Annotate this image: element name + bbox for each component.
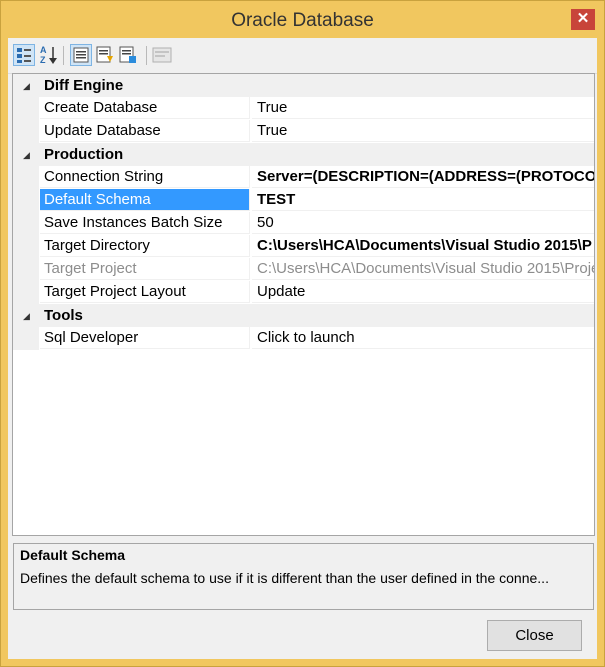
svg-text:Z: Z [40, 55, 46, 65]
property-pages-icon[interactable] [117, 44, 139, 66]
alphabetical-icon[interactable]: AZ [38, 44, 60, 66]
property-name[interactable]: Target Project [40, 258, 250, 280]
title-bar[interactable]: Oracle Database ✕ [1, 1, 604, 38]
collapse-icon[interactable]: ◢ [23, 311, 30, 322]
row-gutter [13, 97, 39, 120]
property-row[interactable]: Target Directory C:\Users\HCA\Documents\… [13, 235, 594, 258]
row-gutter [13, 327, 39, 350]
description-text: Defines the default schema to use if it … [20, 570, 549, 586]
row-gutter [13, 235, 39, 258]
close-button[interactable]: Close [487, 620, 582, 651]
property-row[interactable]: Sql Developer Click to launch [13, 327, 594, 350]
property-value[interactable]: Update [252, 281, 594, 303]
window-title: Oracle Database [231, 10, 374, 31]
categorized-icon[interactable] [13, 44, 35, 66]
property-value[interactable]: True [252, 97, 594, 119]
svg-text:A: A [40, 45, 47, 55]
property-row[interactable]: Default Schema TEST [13, 189, 594, 212]
row-gutter [13, 258, 39, 281]
collapse-icon[interactable]: ◢ [23, 81, 30, 92]
property-row[interactable]: Create Database True [13, 97, 594, 120]
category-tools[interactable]: ◢ Tools [13, 304, 594, 327]
toolbar-separator [146, 46, 147, 65]
property-grid-toolbar: AZ [8, 38, 597, 74]
property-name[interactable]: Connection String [40, 166, 250, 188]
category-label: Production [44, 146, 124, 163]
property-name[interactable]: Save Instances Batch Size [40, 212, 250, 234]
collapse-icon[interactable]: ◢ [23, 150, 30, 161]
property-pages-disabled-icon [151, 44, 173, 66]
description-title: Default Schema [20, 547, 126, 563]
properties-icon[interactable] [70, 44, 92, 66]
row-gutter [13, 120, 39, 143]
property-row[interactable]: Update Database True [13, 120, 594, 143]
property-value[interactable]: 50 [252, 212, 594, 234]
property-name[interactable]: Sql Developer [40, 327, 250, 349]
property-value[interactable]: Server=(DESCRIPTION=(ADDRESS=(PROTOCOL [252, 166, 594, 188]
row-gutter [13, 212, 39, 235]
events-icon[interactable] [94, 44, 116, 66]
toolbar-separator [63, 46, 64, 65]
property-grid: ◢ Diff Engine Create Database True Updat… [12, 73, 595, 536]
category-label: Diff Engine [44, 77, 124, 94]
property-value[interactable]: True [252, 120, 594, 142]
property-name[interactable]: Target Project Layout [40, 281, 250, 303]
category-production[interactable]: ◢ Production [13, 143, 594, 166]
property-row[interactable]: Connection String Server=(DESCRIPTION=(A… [13, 166, 594, 189]
client-area: AZ ◢ Diff Engine Create Database True Up… [8, 38, 597, 659]
dialog-window: Oracle Database ✕ AZ ◢ Diff Engine Creat… [0, 0, 605, 667]
property-name[interactable]: Target Directory [40, 235, 250, 257]
property-value[interactable]: C:\Users\HCA\Documents\Visual Studio 201… [252, 258, 594, 280]
property-name-selected[interactable]: Default Schema [40, 189, 250, 211]
property-name[interactable]: Create Database [40, 97, 250, 119]
row-gutter [13, 166, 39, 189]
property-row[interactable]: Target Project Layout Update [13, 281, 594, 304]
property-value[interactable]: Click to launch [252, 327, 594, 349]
property-row[interactable]: Target Project C:\Users\HCA\Documents\Vi… [13, 258, 594, 281]
category-label: Tools [44, 307, 83, 324]
row-gutter [13, 281, 39, 304]
property-row[interactable]: Save Instances Batch Size 50 [13, 212, 594, 235]
property-value[interactable]: TEST [252, 189, 594, 211]
description-panel: Default Schema Defines the default schem… [13, 543, 594, 610]
property-name[interactable]: Update Database [40, 120, 250, 142]
close-window-icon[interactable]: ✕ [571, 9, 595, 30]
category-diff-engine[interactable]: ◢ Diff Engine [13, 74, 594, 97]
property-value[interactable]: C:\Users\HCA\Documents\Visual Studio 201… [252, 235, 594, 257]
row-gutter [13, 189, 39, 212]
